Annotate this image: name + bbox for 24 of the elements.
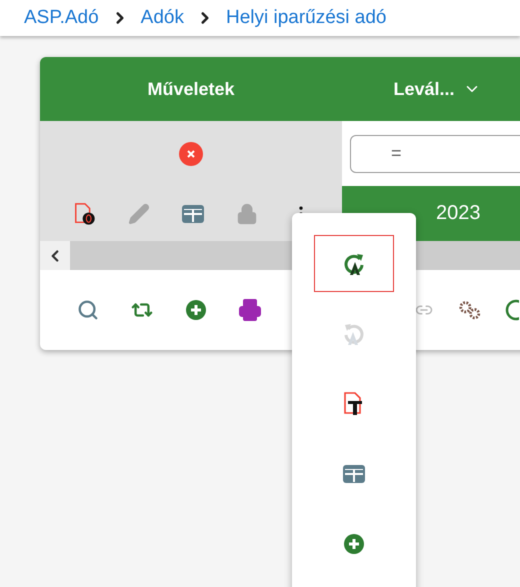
pdf-button[interactable]: [73, 202, 97, 226]
clear-filter-button[interactable]: [179, 142, 203, 166]
add-icon: [185, 299, 207, 321]
lock-icon: [236, 202, 258, 224]
table-icon: [342, 464, 366, 484]
table-icon: [181, 204, 205, 224]
pencil-icon: [128, 202, 150, 224]
breadcrumb-link[interactable]: ASP.Adó: [24, 7, 99, 29]
search-icon: [77, 299, 99, 321]
search-button[interactable]: [76, 298, 100, 322]
print-button[interactable]: [238, 298, 262, 322]
filter-field[interactable]: =: [350, 134, 520, 172]
menu-item[interactable]: [314, 235, 394, 292]
gears-icon: [458, 299, 482, 321]
breadcrumb-link[interactable]: Adók: [140, 7, 184, 29]
add-icon: [343, 532, 365, 554]
scroll-left-button[interactable]: [40, 241, 70, 270]
add-button[interactable]: [184, 298, 208, 322]
ring-icon: [505, 299, 519, 321]
pdf-file-icon: [73, 200, 97, 226]
column-header[interactable]: Műveletek: [147, 78, 235, 100]
breadcrumb-link[interactable]: Helyi iparűzési adó: [226, 7, 386, 29]
printer-icon: [238, 298, 262, 322]
column-header[interactable]: Levál...: [393, 78, 455, 100]
